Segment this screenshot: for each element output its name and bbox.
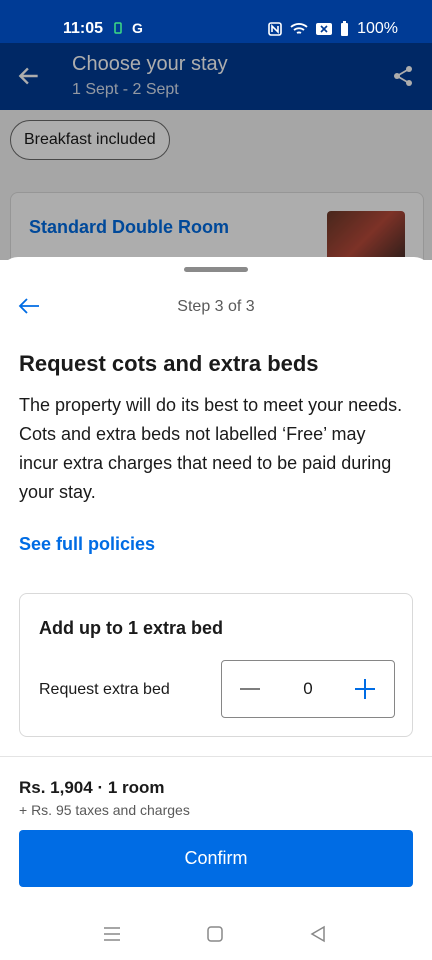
- google-icon: G: [132, 20, 143, 36]
- price-total: Rs. 1,904 · 1 room: [19, 778, 165, 797]
- home-icon[interactable]: [206, 925, 224, 943]
- sim-icon: [316, 23, 333, 35]
- extra-bed-label: Request extra bed: [39, 681, 170, 698]
- battery-saver-icon: [114, 22, 122, 34]
- taxes-note: + Rs. 95 taxes and charges: [19, 802, 190, 818]
- nfc-icon: [268, 22, 282, 36]
- wifi-icon: [290, 23, 308, 34]
- battery-icon: [341, 21, 349, 36]
- dim-overlay[interactable]: [0, 43, 432, 260]
- system-nav-bar: [0, 905, 432, 960]
- sheet-description: The property will do its best to meet yo…: [19, 395, 403, 502]
- status-time: 11:05: [63, 20, 104, 37]
- back-nav-icon[interactable]: [309, 925, 327, 943]
- plus-icon[interactable]: [353, 677, 377, 701]
- menu-icon[interactable]: [103, 925, 121, 943]
- extra-bed-title: Add up to 1 extra bed: [39, 618, 224, 638]
- drag-handle[interactable]: [184, 267, 248, 272]
- bottom-sheet: Step 3 of 3 Request cots and extra beds …: [0, 257, 432, 960]
- step-indicator: Step 3 of 3: [177, 298, 255, 315]
- status-bar: 11:05 G 100%: [0, 0, 432, 43]
- battery-level: 100%: [357, 20, 398, 37]
- extra-bed-stepper: 0: [221, 660, 395, 718]
- confirm-button[interactable]: Confirm: [19, 830, 413, 887]
- divider: [0, 756, 432, 757]
- see-policies-link[interactable]: See full policies: [19, 534, 155, 555]
- sheet-title: Request cots and extra beds: [19, 351, 319, 376]
- extra-bed-card: Add up to 1 extra bed Request extra bed …: [19, 593, 413, 737]
